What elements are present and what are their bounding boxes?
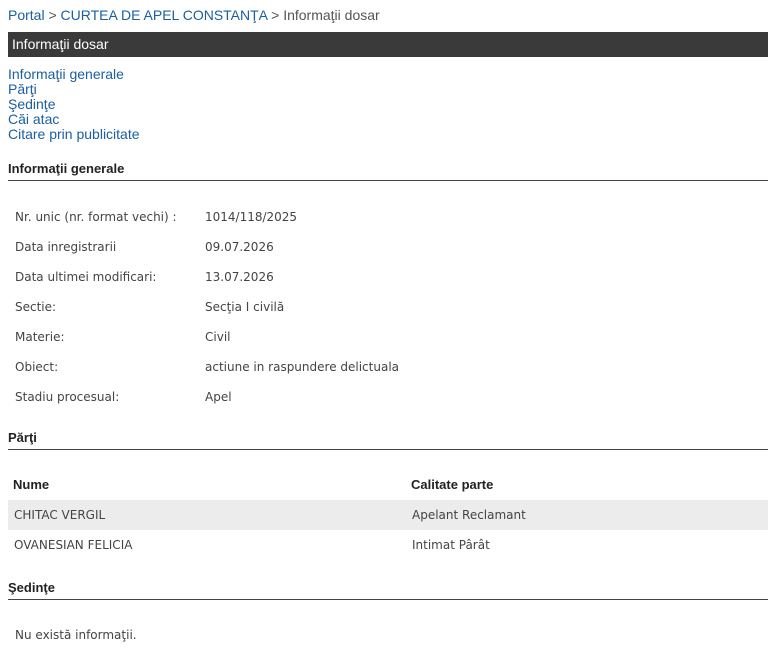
case-info-label: Materie: [15,330,65,344]
case-info-value: Secţia I civilă [205,300,285,314]
section-heading-sedinte: Şedinţe [8,580,768,600]
sedinte-empty-message: Nu există informaţii. [15,628,137,642]
case-info-label: Stadiu procesual: [15,390,120,404]
case-info-value: actiune in raspundere delictuala [205,360,400,374]
parti-table: Nume Calitate parte CHITAC VERGIL Apelan… [8,470,768,560]
anchor-link-sedinte[interactable]: Şedinţe [8,97,140,112]
case-info-value: 09.07.2026 [205,240,274,254]
breadcrumb-separator: > [271,7,280,23]
breadcrumb-current: Informaţii dosar [283,7,380,23]
section-heading-informatii-generale: Informaţii generale [8,161,768,181]
case-info-row: Data inregistrarii 09.07.2026 [15,232,399,262]
case-info-label: Data ultimei modificari: [15,270,157,284]
column-header-nume: Nume [13,477,50,492]
case-info-value: 13.07.2026 [205,270,274,284]
case-info-value: 1014/118/2025 [205,210,298,224]
case-info-row: Materie: Civil [15,322,399,352]
anchor-link-informatii-generale[interactable]: Informaţii generale [8,67,140,82]
case-info-row: Stadiu procesual: Apel [15,382,399,412]
case-info-row: Data ultimei modificari: 13.07.2026 [15,262,399,292]
case-info-row: Nr. unic (nr. format vechi) : 1014/118/20… [15,202,399,232]
section-heading-parti: Părţi [8,430,768,450]
breadcrumb-separator: > [48,7,57,23]
party-name: CHITAC VERGIL [14,508,106,522]
breadcrumb-portal-link[interactable]: Portal [8,7,45,23]
party-role: Apelant Reclamant [412,508,526,522]
case-info-row: Sectie: Secţia I civilă [15,292,399,322]
anchor-link-citare-publicitate[interactable]: Citare prin publicitate [8,127,140,142]
case-info-label: Nr. unic (nr. format vechi) : [15,210,177,224]
column-header-calitate: Calitate parte [411,477,494,492]
case-info-value: Apel [205,390,232,404]
table-row: OVANESIAN FELICIA Intimat Pârât [8,530,768,560]
case-info-row: Obiect: actiune in raspundere delictuala [15,352,399,382]
party-name: OVANESIAN FELICIA [14,538,133,552]
table-row: CHITAC VERGIL Apelant Reclamant [8,500,768,530]
party-role: Intimat Pârât [412,538,490,552]
parti-table-header: Nume Calitate parte [8,470,768,500]
case-info-table: Nr. unic (nr. format vechi) : 1014/118/20… [15,202,399,412]
section-anchor-links: Informaţii generale Părţi Şedinţe Căi at… [8,67,140,142]
case-info-label: Obiect: [15,360,59,374]
anchor-link-parti[interactable]: Părţi [8,82,140,97]
breadcrumb-court-link[interactable]: CURTEA DE APEL CONSTANŢA [61,7,268,23]
case-info-label: Data inregistrarii [15,240,117,254]
case-info-label: Sectie: [15,300,57,314]
case-info-value: Civil [205,330,231,344]
breadcrumb: Portal > CURTEA DE APEL CONSTANŢA > Info… [8,7,380,23]
anchor-link-cai-atac[interactable]: Căi atac [8,112,140,127]
page-title-bar: Informaţii dosar [8,32,768,57]
